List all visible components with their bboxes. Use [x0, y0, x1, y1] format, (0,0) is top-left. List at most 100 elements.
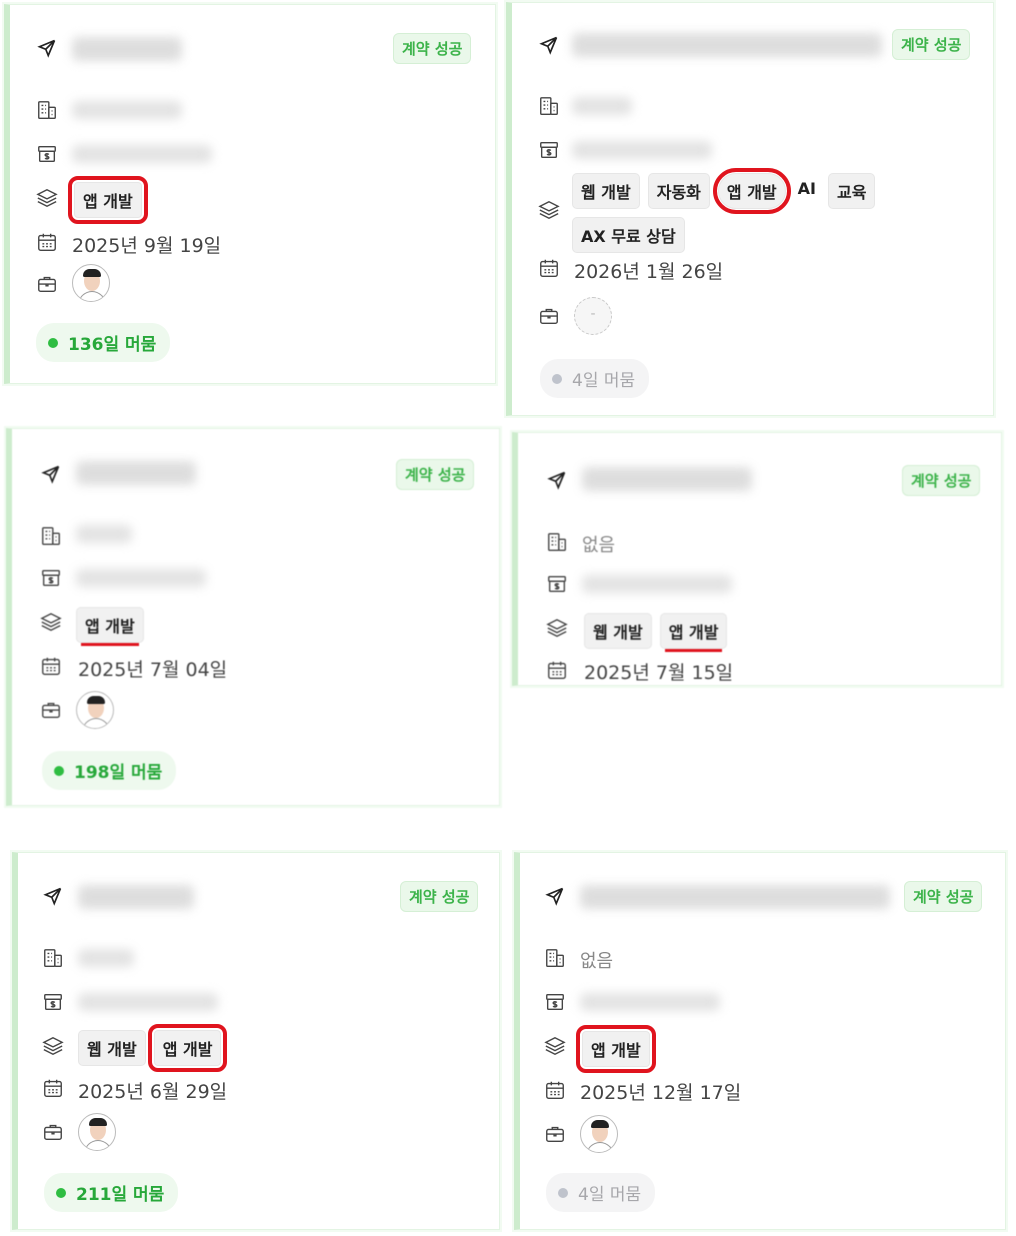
- tag-chip: 앱 개발: [76, 607, 144, 643]
- stay-text: 198일 머뭄: [74, 763, 163, 783]
- tag-chip: 앱 개발: [147, 1024, 228, 1072]
- layers-icon: [38, 609, 64, 635]
- deal-card[interactable]: 계약 성공 없음 웹 개발 앱 개발 2025년 7월 15일: [512, 432, 1002, 686]
- briefcase-icon: [40, 1119, 66, 1145]
- tag-chip: 앱 개발: [68, 176, 148, 224]
- manager-avatar[interactable]: [580, 1115, 618, 1153]
- send-icon: [542, 883, 568, 909]
- deal-title: [582, 467, 752, 491]
- tag-chip: 웹 개발: [572, 173, 640, 209]
- status-badge: 계약 성공: [393, 33, 472, 64]
- tag-list: 앱 개발: [68, 176, 148, 224]
- briefcase-icon: [34, 271, 60, 297]
- tag-chip: 웹 개발: [78, 1030, 146, 1066]
- empty-manager-text: -: [590, 306, 596, 322]
- send-icon: [40, 883, 66, 909]
- company-name: [572, 97, 632, 115]
- tag-chip: 앱 개발: [659, 613, 728, 649]
- stay-text: 136일 머뭄: [68, 335, 157, 355]
- stay-text: 4일 머뭄: [572, 371, 636, 391]
- deal-card[interactable]: 계약 성공 없음 앱 개발 2025년 12월 17일 4일 머뭄: [514, 852, 1006, 1230]
- send-icon: [544, 467, 570, 493]
- send-icon: [536, 32, 562, 58]
- company-name: [76, 525, 132, 543]
- status-dot: [54, 765, 64, 776]
- deal-amount: [580, 993, 720, 1011]
- status-badge: 계약 성공: [904, 881, 983, 912]
- deal-title: [78, 885, 194, 909]
- deal-title: [72, 37, 182, 61]
- stay-duration-badge: 4일 머뭄: [540, 359, 650, 398]
- briefcase-icon: [536, 303, 562, 329]
- building-icon: [542, 945, 568, 971]
- layers-icon: [40, 1033, 66, 1059]
- company-name: 없음: [582, 535, 616, 556]
- deal-card[interactable]: 계약 성공 앱 개발 2025년 9월 19일 136일 머뭄: [4, 4, 496, 384]
- manager-avatar[interactable]: [76, 691, 114, 729]
- company-name: 없음: [580, 951, 614, 972]
- tag-list: 앱 개발: [76, 607, 144, 643]
- send-icon: [34, 35, 60, 61]
- tag-chip: 자동화: [647, 173, 710, 209]
- deal-amount: [72, 145, 212, 163]
- deal-date: 2025년 7월 04일: [78, 659, 228, 681]
- layers-icon: [536, 197, 562, 223]
- calendar-icon: [536, 255, 562, 281]
- deal-card[interactable]: 계약 성공 앱 개발 2025년 7월 04일 198일 머뭄: [6, 428, 500, 806]
- company-name: [78, 949, 134, 967]
- deal-date: 2025년 12월 17일: [580, 1082, 742, 1104]
- layers-icon: [542, 1033, 568, 1059]
- deal-date: 2025년 9월 19일: [72, 235, 222, 257]
- status-badge: 계약 성공: [892, 29, 971, 60]
- send-icon: [38, 461, 64, 487]
- deal-amount: [572, 141, 712, 159]
- deal-card[interactable]: 계약 성공 웹 개발 앱 개발 2025년 6월 29일 211일 머뭄: [12, 852, 500, 1230]
- status-dot: [552, 373, 562, 384]
- layers-icon: [34, 185, 60, 211]
- money-box-icon: [544, 571, 570, 597]
- manager-avatar[interactable]: [72, 264, 110, 302]
- briefcase-icon: [38, 697, 64, 723]
- deal-date: 2025년 6월 29일: [78, 1081, 228, 1103]
- status-badge: 계약 성공: [396, 459, 475, 490]
- tag-list: 웹 개발 앱 개발: [584, 613, 728, 649]
- briefcase-icon: [542, 1121, 568, 1147]
- tag-chip: AX 무료 상담: [572, 217, 685, 253]
- tag-chip: 웹 개발: [584, 613, 652, 649]
- manager-avatar-empty[interactable]: -: [574, 297, 612, 335]
- tag-chip: 앱 개발: [576, 1025, 656, 1073]
- status-dot: [56, 1187, 66, 1198]
- tag-chip: AI: [797, 179, 816, 198]
- tag-list: 웹 개발 앱 개발: [78, 1024, 228, 1072]
- deal-date: 2025년 7월 15일: [584, 662, 734, 684]
- stay-duration-badge: 136일 머뭄: [36, 323, 171, 362]
- company-name: [72, 101, 182, 119]
- status-badge: 계약 성공: [902, 465, 981, 496]
- money-box-icon: [34, 141, 60, 167]
- building-icon: [38, 523, 64, 549]
- money-box-icon: [40, 989, 66, 1015]
- manager-avatar[interactable]: [78, 1113, 116, 1151]
- status-badge: 계약 성공: [400, 881, 479, 912]
- building-icon: [34, 97, 60, 123]
- money-box-icon: [38, 565, 64, 591]
- deal-card[interactable]: 계약 성공 웹 개발 자동화 앱 개발 AI 교육 AX 무료 상담 2026년…: [506, 2, 994, 416]
- tag-chip: 교육: [827, 173, 876, 209]
- stay-text: 211일 머뭄: [76, 1185, 165, 1205]
- calendar-icon: [544, 657, 570, 683]
- tag-list: 앱 개발: [576, 1025, 656, 1073]
- calendar-icon: [542, 1077, 568, 1103]
- stay-duration-badge: 4일 머뭄: [546, 1173, 656, 1212]
- stay-text: 4일 머뭄: [578, 1185, 642, 1205]
- deal-title: [572, 33, 882, 57]
- building-icon: [536, 93, 562, 119]
- tag-list: 웹 개발 자동화 앱 개발 AI 교육 AX 무료 상담: [572, 168, 902, 253]
- stay-duration-badge: 211일 머뭄: [44, 1173, 179, 1212]
- building-icon: [544, 529, 570, 555]
- money-box-icon: [542, 989, 568, 1015]
- status-dot: [558, 1187, 568, 1198]
- building-icon: [40, 945, 66, 971]
- calendar-icon: [40, 1075, 66, 1101]
- deal-title: [580, 885, 890, 909]
- deal-amount: [582, 575, 732, 593]
